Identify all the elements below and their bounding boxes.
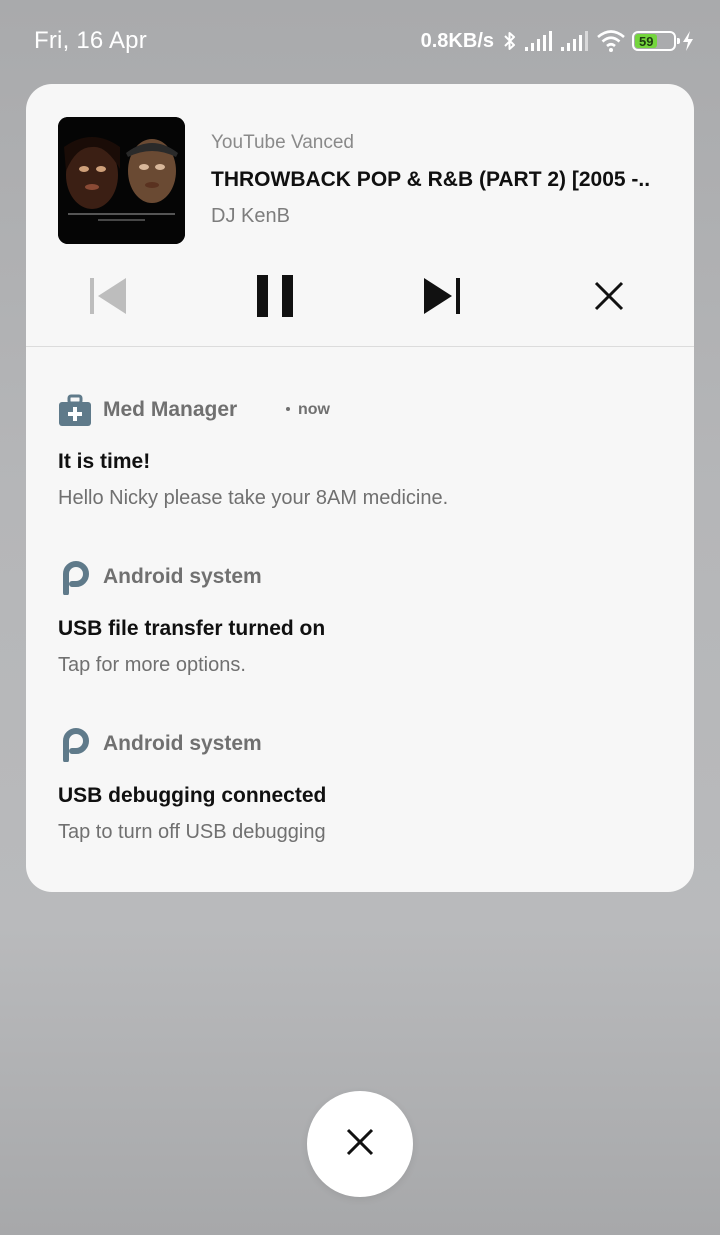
notification-body: Tap for more options.: [58, 654, 246, 676]
status-icons: 0.8KB/s 59: [421, 26, 694, 56]
close-icon: [346, 1128, 374, 1161]
dismiss-all-button[interactable]: [307, 1091, 413, 1197]
album-art: [58, 117, 185, 244]
status-date: Fri, 16 Apr: [34, 27, 147, 54]
signal-icon: [560, 30, 590, 52]
media-title: THROWBACK POP & R&B (PART 2) [2005 -..: [211, 168, 651, 191]
battery-level: 59: [638, 33, 654, 49]
notification-header: Android system: [58, 561, 668, 596]
next-icon: [422, 276, 462, 321]
notification-time: now: [298, 401, 330, 418]
close-icon: [593, 280, 625, 317]
notification-item[interactable]: Android system USB debugging connected T…: [58, 728, 668, 848]
media-artist: DJ KenB: [211, 205, 290, 227]
notification-app-name: Android system: [103, 565, 262, 588]
notification-item[interactable]: Med Manager now It is time! Hello Nicky …: [58, 394, 668, 514]
previous-icon: [88, 276, 128, 321]
media-notification[interactable]: YouTube Vanced THROWBACK POP & R&B (PART…: [26, 84, 694, 346]
wifi-icon: [596, 29, 626, 53]
notification-header: Med Manager now: [58, 394, 668, 428]
android-system-p-icon: [58, 728, 92, 763]
medical-kit-icon: [58, 394, 92, 428]
notification-app-name: Med Manager: [103, 398, 238, 421]
close-media-button[interactable]: [579, 276, 639, 320]
notification-body: Hello Nicky please take your 8AM medicin…: [58, 487, 449, 509]
notification-title: USB file transfer turned on: [58, 617, 326, 640]
status-bar: Fri, 16 Apr 0.8KB/s 59: [0, 0, 720, 84]
previous-button[interactable]: [78, 276, 138, 320]
separator-dot: [286, 407, 290, 411]
divider: [26, 346, 694, 347]
charging-icon: [682, 30, 694, 52]
android-system-p-icon: [58, 561, 92, 596]
pause-button[interactable]: [245, 274, 305, 323]
notification-app-name: Android system: [103, 732, 262, 755]
signal-icon: [524, 30, 554, 52]
notification-item[interactable]: Android system USB file transfer turned …: [58, 561, 668, 681]
media-app-name: YouTube Vanced: [211, 132, 354, 153]
pause-icon: [255, 274, 295, 323]
notification-panel: YouTube Vanced THROWBACK POP & R&B (PART…: [26, 84, 694, 892]
notification-body: Tap to turn off USB debugging: [58, 821, 326, 843]
notification-header: Android system: [58, 728, 668, 763]
network-speed: 0.8KB/s: [420, 29, 494, 52]
notification-title: USB debugging connected: [58, 784, 327, 807]
notification-title: It is time!: [58, 450, 151, 473]
battery-icon: 59: [632, 31, 680, 51]
battery-fill: 59: [635, 33, 658, 49]
next-button[interactable]: [412, 276, 472, 320]
bluetooth-icon: [502, 29, 518, 53]
